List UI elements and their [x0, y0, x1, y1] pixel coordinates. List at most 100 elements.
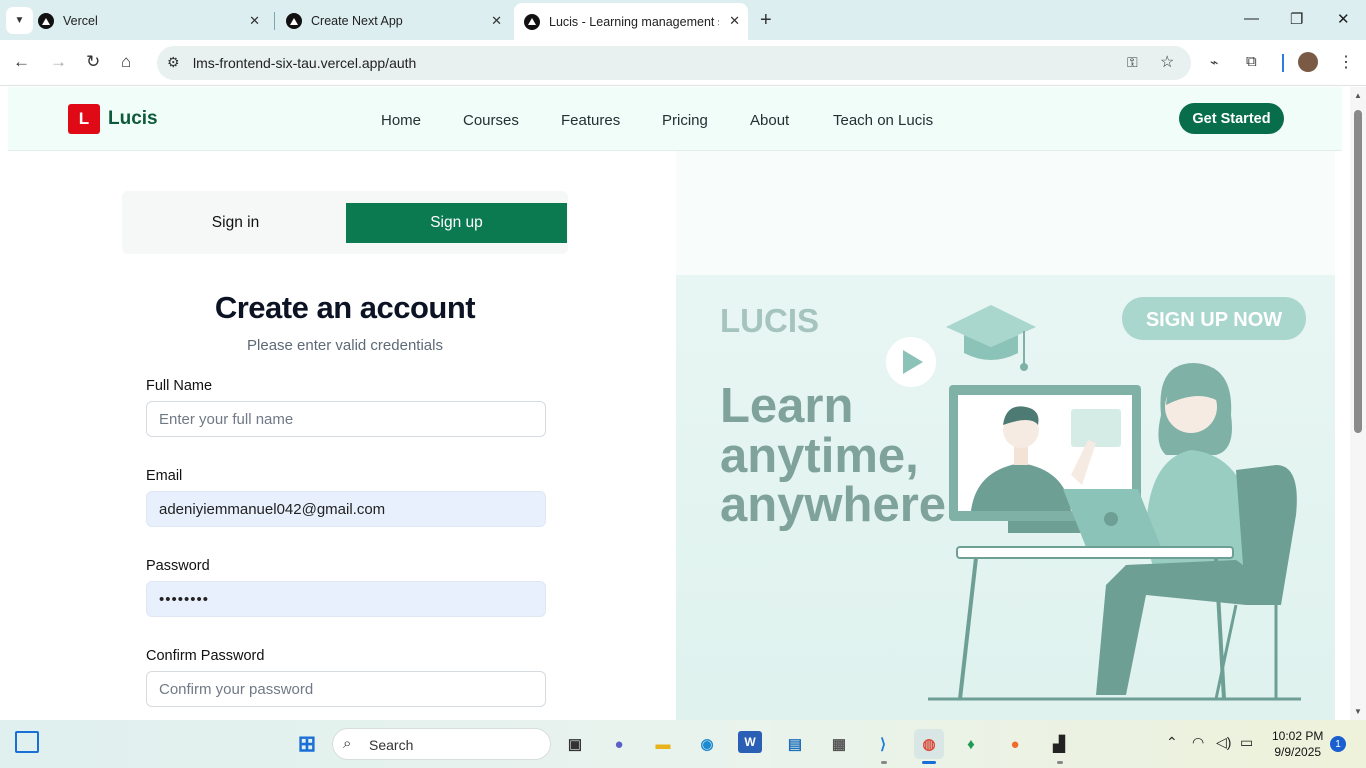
task-view-icon[interactable]: ▣ [562, 731, 588, 757]
start-windows-icon[interactable]: ⊞ [294, 731, 320, 757]
tab-search-menu-button[interactable]: ▼ [6, 7, 33, 34]
word-icon[interactable]: W [738, 731, 762, 753]
scroll-down-arrow-icon[interactable]: ▼ [1354, 707, 1362, 716]
close-tab-icon[interactable]: ✕ [249, 13, 260, 29]
nav-link-courses[interactable]: Courses [463, 112, 519, 129]
mongodb-icon[interactable]: ♦ [958, 731, 984, 757]
hero-brand: LUCIS [720, 302, 819, 339]
tab-sign-in[interactable]: Sign in [125, 203, 346, 243]
taskbar-search[interactable]: ⌕ Search [332, 728, 551, 760]
logo-text[interactable]: Lucis [108, 108, 158, 130]
widgets-icon[interactable] [15, 731, 39, 753]
logo-badge[interactable]: L [68, 104, 100, 134]
sign-up-now-button[interactable]: SIGN UP NOW [1122, 297, 1306, 340]
running-indicator [881, 761, 887, 764]
form-heading: Create an account [214, 290, 476, 325]
browser-menu-icon[interactable]: ⋮ [1338, 52, 1354, 72]
edge-icon[interactable]: ◉ [694, 731, 720, 757]
profile-avatar[interactable] [1298, 52, 1318, 72]
reload-button[interactable]: ↻ [86, 52, 100, 72]
extensions-icon[interactable]: ⧉ [1246, 53, 1257, 70]
password-input[interactable] [146, 581, 546, 617]
back-button[interactable]: ← [13, 52, 30, 72]
address-bar[interactable]: ⚙ lms-frontend-six-tau.vercel.app/auth ⚿… [157, 46, 1191, 80]
toolbar-divider [1282, 54, 1284, 72]
browser-toolbar: ← → ↻ ⌂ ⚙ lms-frontend-six-tau.vercel.ap… [0, 40, 1366, 86]
nav-link-home[interactable]: Home [381, 112, 421, 129]
clock[interactable]: 10:02 PM 9/9/2025 [1272, 728, 1323, 760]
vercel-favicon-icon [38, 13, 54, 29]
auth-tab-switch: Sign in Sign up [122, 191, 568, 254]
new-tab-button[interactable]: + [760, 9, 772, 32]
site-info-icon[interactable]: ⚙ [167, 54, 180, 71]
tab-title: Vercel [63, 14, 98, 28]
vercel-favicon-icon [286, 13, 302, 29]
vercel-favicon-icon [524, 13, 540, 30]
nav-link-features[interactable]: Features [561, 112, 620, 129]
stock-chart-icon[interactable]: ▟ [1046, 731, 1072, 757]
tab-vercel[interactable]: Vercel ✕ [38, 6, 268, 36]
maximize-button[interactable]: ❐ [1290, 10, 1303, 28]
taskbar-search-label: Search [369, 737, 414, 753]
file-explorer-icon[interactable]: ▬ [650, 731, 676, 757]
confirm-password-input[interactable] [146, 671, 546, 707]
calculator-icon[interactable]: ▦ [826, 731, 852, 757]
email-label: Email [146, 468, 183, 484]
headline-line-3: anywhere [720, 478, 946, 532]
running-indicator [1057, 761, 1063, 764]
minimize-button[interactable]: — [1244, 10, 1259, 27]
tab-separator [274, 12, 275, 30]
postman-icon[interactable]: ● [1002, 731, 1028, 757]
battery-icon[interactable]: ▭ [1240, 734, 1253, 751]
performance-icon[interactable]: ⌁ [1210, 54, 1218, 71]
tab-sign-up[interactable]: Sign up [346, 203, 567, 243]
teams-icon[interactable]: ● [606, 731, 632, 757]
clock-date: 9/9/2025 [1274, 745, 1322, 759]
active-indicator [922, 761, 936, 764]
play-icon[interactable] [886, 337, 936, 387]
headline-line-2: anytime, [720, 429, 919, 483]
full-name-label: Full Name [146, 378, 213, 394]
page-scrollbar[interactable]: ▲ ▼ [1350, 87, 1366, 720]
browser-tab-bar: ▼ Vercel ✕ Create Next App ✕ Lucis - Lea… [0, 0, 1366, 40]
chrome-icon[interactable]: ◍ [914, 729, 944, 759]
full-name-input[interactable] [146, 401, 546, 437]
url-text: lms-frontend-six-tau.vercel.app/auth [193, 55, 417, 71]
volume-icon[interactable]: ◁) [1216, 734, 1231, 751]
close-window-button[interactable]: ✕ [1337, 10, 1350, 28]
notification-badge[interactable]: 1 [1330, 736, 1346, 752]
password-key-icon[interactable]: ⚿ [1127, 54, 1138, 71]
nav-link-about[interactable]: About [750, 112, 789, 129]
form-subheading: Please enter valid credentials [247, 337, 443, 354]
email-input[interactable] [146, 491, 546, 527]
tab-create-next-app[interactable]: Create Next App ✕ [276, 6, 510, 36]
clock-time: 10:02 PM [1272, 729, 1324, 743]
get-started-button[interactable]: Get Started [1179, 103, 1284, 134]
tab-title: Create Next App [311, 14, 403, 28]
scroll-up-arrow-icon[interactable]: ▲ [1354, 91, 1362, 100]
forward-button[interactable]: → [50, 52, 67, 72]
bookmark-star-icon[interactable]: ☆ [1160, 52, 1174, 72]
windows-taskbar: ⊞ ⌕ Search ▣ ● ▬ ◉ W ▤ ▦ ⟩ ◍ ♦ ● ▟ ⌃ ◠ ◁… [0, 720, 1366, 768]
wifi-icon[interactable]: ◠ [1192, 734, 1204, 751]
confirm-password-label: Confirm Password [146, 648, 265, 664]
tab-lucis-active[interactable]: Lucis - Learning management sy ✕ [514, 3, 748, 40]
close-tab-icon[interactable]: ✕ [491, 13, 502, 29]
nav-link-teach[interactable]: Teach on Lucis [833, 112, 933, 129]
chevron-up-icon[interactable]: ⌃ [1166, 734, 1178, 751]
hero-panel: LUCIS SIGN UP NOW Learn anytime, anywher… [676, 151, 1335, 720]
tab-title: Lucis - Learning management sy [549, 14, 719, 29]
home-button[interactable]: ⌂ [121, 52, 131, 72]
hero-illustration: LUCIS SIGN UP NOW Learn anytime, anywher… [676, 275, 1335, 720]
search-icon: ⌕ [343, 735, 352, 752]
app-icon[interactable]: ▤ [782, 731, 808, 757]
nav-link-pricing[interactable]: Pricing [662, 112, 708, 129]
site-navbar: L Lucis Home Courses Features Pricing Ab… [8, 87, 1342, 151]
vscode-icon[interactable]: ⟩ [870, 731, 896, 757]
headline-line-1: Learn [720, 379, 853, 433]
password-label: Password [146, 558, 210, 574]
scrollbar-thumb[interactable] [1354, 110, 1362, 433]
sign-up-now-label: SIGN UP NOW [1146, 309, 1282, 331]
close-tab-icon[interactable]: ✕ [729, 13, 740, 29]
webpage: L Lucis Home Courses Features Pricing Ab… [0, 87, 1350, 720]
